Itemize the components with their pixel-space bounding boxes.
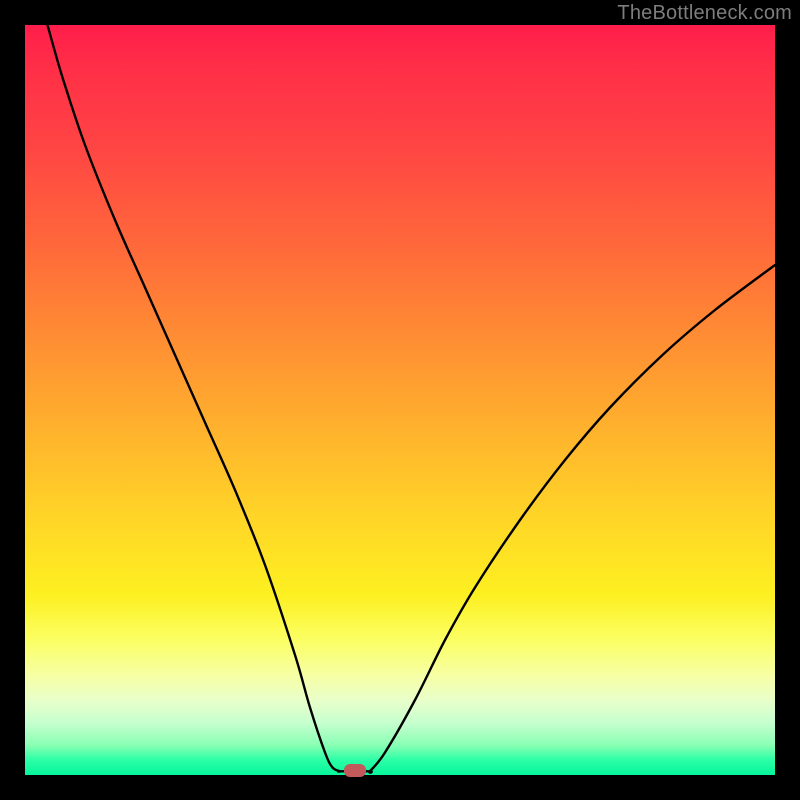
plot-area	[25, 25, 775, 775]
bottleneck-curve	[25, 25, 775, 775]
watermark-text: TheBottleneck.com	[617, 2, 792, 25]
chart-frame: TheBottleneck.com	[0, 0, 800, 800]
optimum-marker	[344, 764, 366, 777]
curve-path	[48, 25, 776, 773]
